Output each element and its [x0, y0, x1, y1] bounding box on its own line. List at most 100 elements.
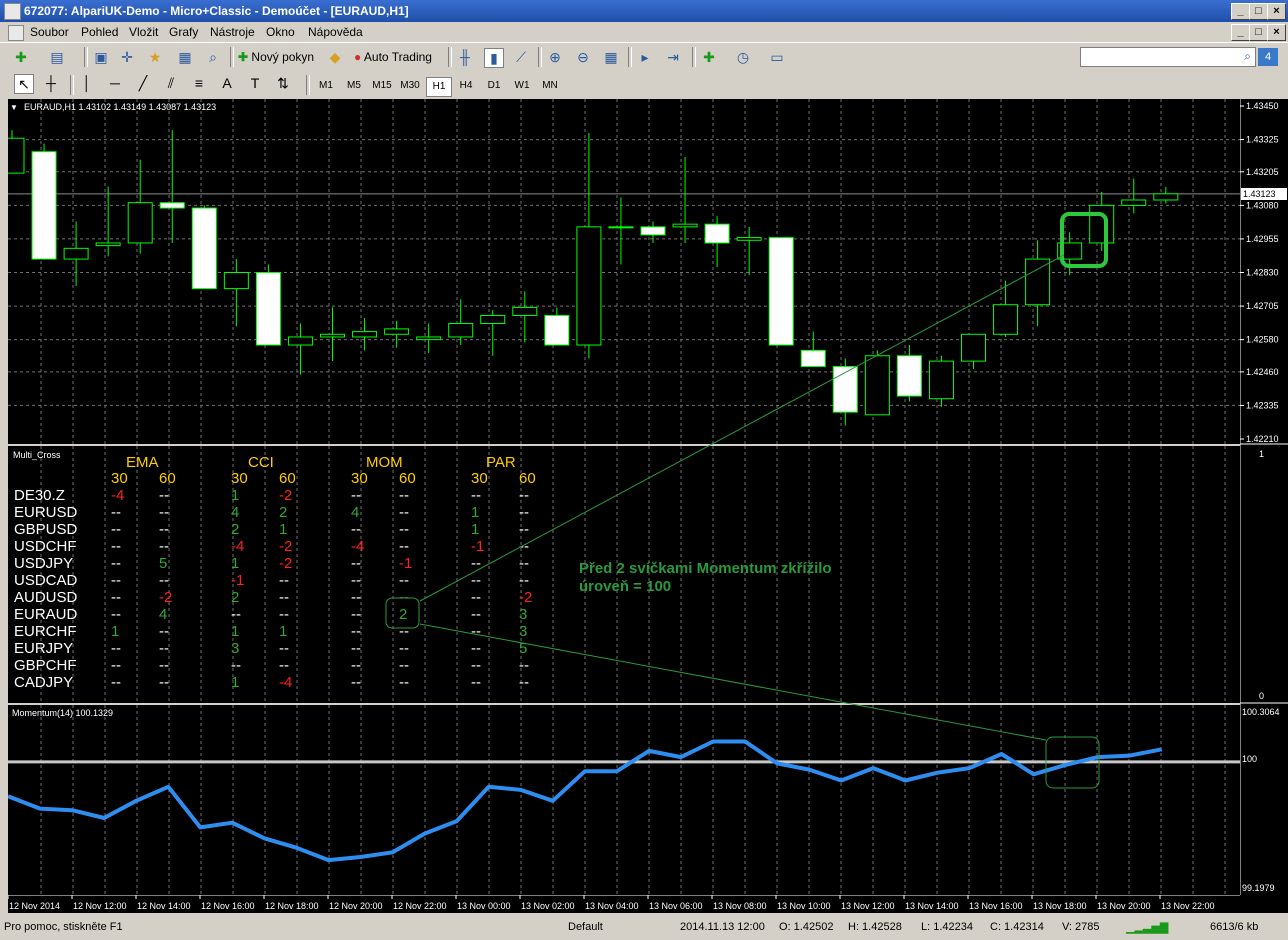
signal-cell: 2: [231, 589, 239, 606]
new-order-button[interactable]: ✚ Nový pokyn: [238, 46, 314, 68]
candle: [928, 355, 954, 407]
equidistant-channel-icon[interactable]: ⫽: [162, 74, 180, 92]
crosshair-icon[interactable]: ┼: [42, 74, 60, 92]
menu-okno[interactable]: Okno: [266, 25, 295, 39]
candle: [1153, 186, 1179, 204]
candle: [672, 157, 698, 243]
arrows-icon[interactable]: ⇅: [274, 74, 292, 92]
indicators-icon[interactable]: ✚: [700, 48, 718, 66]
signal-cell: 4: [159, 606, 167, 623]
candle: [1025, 240, 1051, 327]
child-restore-button[interactable]: □: [1249, 24, 1268, 41]
metaeditor-icon[interactable]: ◆: [326, 48, 344, 66]
text-label-icon[interactable]: T: [246, 74, 264, 92]
horizontal-line-icon[interactable]: ─: [106, 74, 124, 92]
child-close-button[interactable]: ×: [1267, 24, 1286, 41]
signal-cell: --: [399, 623, 409, 640]
tf-m5[interactable]: M5: [342, 77, 366, 95]
time-axis-label: 12 Nov 12:00: [73, 901, 127, 911]
menu-nastroje[interactable]: Nástroje: [210, 25, 255, 39]
tile-windows-icon[interactable]: ▦: [602, 48, 620, 66]
time-axis-label: 13 Nov 04:00: [585, 901, 639, 911]
price-axis-label: 1.42580: [1246, 335, 1279, 345]
new-chart-icon[interactable]: ✚: [12, 48, 30, 66]
tf-w1[interactable]: W1: [510, 77, 534, 95]
candle: [191, 205, 217, 290]
chart-shift-icon[interactable]: ▸: [636, 48, 654, 66]
mailbox-icon[interactable]: 4: [1258, 48, 1278, 66]
vertical-line-icon[interactable]: │: [78, 74, 96, 92]
menu-vlozit[interactable]: Vložit: [129, 25, 158, 39]
time-axis-label: 13 Nov 12:00: [841, 901, 895, 911]
signal-cell: 5: [159, 555, 167, 572]
tf-h1[interactable]: H1: [426, 77, 452, 97]
maximize-button[interactable]: □: [1249, 3, 1268, 20]
child-window-icon[interactable]: [8, 25, 24, 41]
text-icon[interactable]: A: [218, 74, 236, 92]
momentum-canvas: Momentum(14) 100.1329: [7, 705, 1240, 895]
time-axis-label: 12 Nov 14:00: [137, 901, 191, 911]
price-chart[interactable]: EURAUD,H1 1.43102 1.43149 1.43087 1.4312…: [0, 99, 1240, 444]
zoom-in-icon[interactable]: ⊕: [546, 48, 564, 66]
bar-chart-icon[interactable]: ╫: [456, 48, 474, 66]
tf-h4[interactable]: H4: [454, 77, 478, 95]
menu-soubor[interactable]: Soubor: [30, 25, 69, 39]
signal-cell: 4: [351, 504, 359, 521]
multi-cross-panel[interactable]: Multi_Cross EMA CCI MOM PAR 30 60 30 60 30 60 30 60…: [8, 446, 1240, 703]
profiles-icon[interactable]: ▤: [48, 48, 66, 66]
tf-mn[interactable]: MN: [538, 77, 562, 95]
zoom-out-icon[interactable]: ⊖: [574, 48, 592, 66]
templates-icon[interactable]: ▭: [768, 48, 786, 66]
time-axis-label: 13 Nov 18:00: [1033, 901, 1087, 911]
multi-cross-canvas: Multi_Cross EMA CCI MOM PAR30 60 30 60 30 60 30 60…: [13, 446, 1226, 703]
tf-m30[interactable]: M30: [398, 77, 422, 95]
signal-cell: 2: [231, 521, 239, 538]
signal-cell: --: [519, 572, 529, 589]
status-profile[interactable]: Default: [568, 921, 603, 933]
period-header: 60: [519, 470, 536, 487]
candlestick-chart-icon[interactable]: ▮: [484, 48, 504, 68]
menu-napoveda[interactable]: Nápověda: [308, 25, 363, 39]
signal-cell: --: [159, 640, 169, 657]
periods-icon[interactable]: ◷: [734, 48, 752, 66]
signal-cell: --: [399, 538, 409, 555]
signal-cell: 3: [519, 606, 527, 623]
market-watch-icon[interactable]: ▣: [92, 48, 110, 66]
search-input[interactable]: ⌕: [1080, 47, 1256, 67]
data-window-icon[interactable]: ✛: [118, 48, 136, 66]
cursor-icon[interactable]: ↖: [14, 74, 34, 94]
minimize-button[interactable]: _: [1231, 3, 1250, 20]
close-button[interactable]: ×: [1267, 3, 1286, 20]
signal-cell: --: [111, 555, 121, 572]
chart-header: EURAUD,H1 1.43102 1.43149 1.43087 1.4312…: [24, 102, 216, 112]
line-chart-icon[interactable]: ⟋: [512, 48, 530, 66]
signal-cell: --: [111, 674, 121, 691]
tf-d1[interactable]: D1: [482, 77, 506, 95]
signal-cell: --: [159, 572, 169, 589]
navigator-icon[interactable]: ★: [146, 48, 164, 66]
signal-cell: -4: [231, 538, 244, 555]
child-minimize-button[interactable]: _: [1231, 24, 1250, 41]
trendline-icon[interactable]: ╱: [134, 74, 152, 92]
search-icon[interactable]: ⌕: [1244, 49, 1251, 64]
tf-m1[interactable]: M1: [314, 77, 338, 95]
momentum-panel[interactable]: Momentum(14) 100.1329: [7, 705, 1240, 895]
menu-pohled[interactable]: Pohled: [81, 25, 118, 39]
signal-cell: 1: [231, 623, 239, 640]
chart-dropdown-icon[interactable]: ▼: [10, 103, 18, 112]
signal-cell: --: [351, 640, 361, 657]
terminal-icon[interactable]: ▦: [176, 48, 194, 66]
symbol-label: USDJPY: [14, 555, 73, 572]
strategy-tester-icon[interactable]: ⌕: [204, 48, 222, 66]
fibonacci-icon[interactable]: ≡: [190, 74, 208, 92]
signal-cell: 5: [519, 640, 527, 657]
tf-m15[interactable]: M15: [370, 77, 394, 95]
menu-grafy[interactable]: Grafy: [169, 25, 198, 39]
symbol-label: CADJPY: [14, 674, 73, 691]
signal-cell: --: [471, 606, 481, 623]
candle: [159, 130, 185, 243]
group-header: MOM: [366, 454, 403, 471]
autoscroll-icon[interactable]: ⇥: [664, 48, 682, 66]
time-axis-label: 13 Nov 06:00: [649, 901, 703, 911]
auto-trading-button[interactable]: ● Auto Trading: [354, 46, 432, 68]
